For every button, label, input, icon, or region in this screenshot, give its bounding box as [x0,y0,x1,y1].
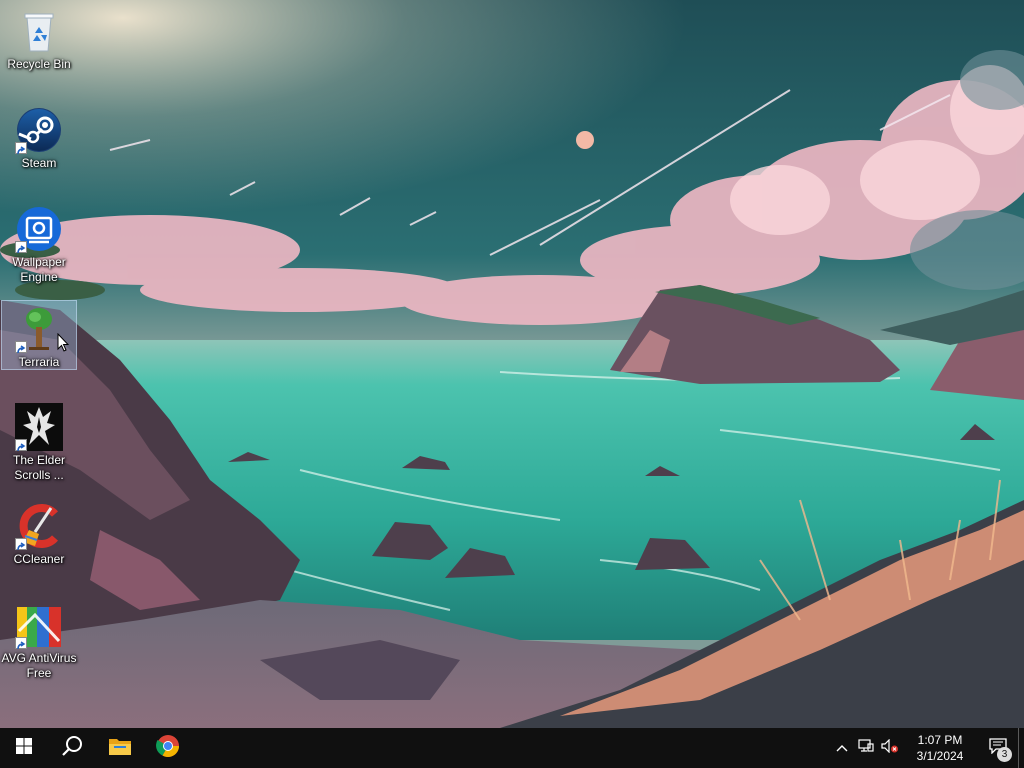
desktop-icon-label: Recycle Bin [7,57,71,71]
clock-date: 3/1/2024 [916,749,964,763]
clock[interactable]: 1:07 PM 3/1/2024 [902,728,978,768]
avg-antivirus-icon [15,601,63,650]
desktop-icon-recycle-bin[interactable]: Recycle Bin [1,2,77,72]
network-icon [858,738,874,758]
show-hidden-icons-button[interactable] [830,728,854,768]
desktop-icon-area: Recycle Bin Steam Wallpaper Engine Terra… [0,0,80,728]
skyrim-dragon-icon [15,403,63,452]
desktop-icon-label: Terraria [18,355,60,369]
recycle-bin-icon [15,7,63,55]
shortcut-arrow-icon [15,637,27,650]
network-button[interactable] [854,728,878,768]
desktop-icon-label: Steam [21,156,57,170]
terraria-tree-icon [15,305,63,354]
shortcut-arrow-icon [15,142,27,155]
desktop-icon-avg-antivirus[interactable]: AVG AntiVirus Free [1,596,77,682]
wallpaper-engine-icon [15,205,63,254]
show-desktop-button[interactable] [1018,728,1024,768]
search-button[interactable] [48,728,96,768]
volume-button[interactable] [878,728,902,768]
shortcut-arrow-icon [15,241,27,254]
windows-logo-icon [16,737,32,759]
desktop-icon-ccleaner[interactable]: CCleaner [1,497,77,567]
desktop-icon-label: AVG AntiVirus Free [1,651,77,680]
taskbar-chrome[interactable] [144,728,192,768]
volume-muted-icon [881,738,899,758]
desktop-icon-label: CCleaner [13,552,65,566]
notification-count-badge: 3 [997,747,1012,762]
desktop-wallpaper [0,0,1024,728]
taskbar: 1:07 PM 3/1/2024 3 [0,728,1024,768]
shortcut-arrow-icon [15,439,27,452]
desktop-icon-wallpaper-engine[interactable]: Wallpaper Engine [1,200,77,286]
desktop-icon-steam[interactable]: Steam [1,101,77,171]
taskbar-file-explorer[interactable] [96,728,144,768]
desktop-icon-label: Wallpaper Engine [12,255,66,284]
file-explorer-icon [108,736,132,761]
action-center-button[interactable]: 3 [978,728,1018,768]
start-button[interactable] [0,728,48,768]
clock-time: 1:07 PM [917,733,963,747]
shortcut-arrow-icon [15,538,27,551]
system-tray: 1:07 PM 3/1/2024 3 [830,728,1024,768]
desktop-icon-label: The Elder Scrolls ... [12,453,66,482]
desktop-icon-elder-scrolls[interactable]: The Elder Scrolls ... [1,398,77,484]
ccleaner-icon [15,502,63,551]
mouse-pointer-icon [57,332,70,357]
chrome-icon [156,734,180,763]
shortcut-arrow-icon [15,341,27,354]
chevron-up-icon [836,739,848,757]
search-icon [61,735,83,762]
steam-icon [15,106,63,155]
